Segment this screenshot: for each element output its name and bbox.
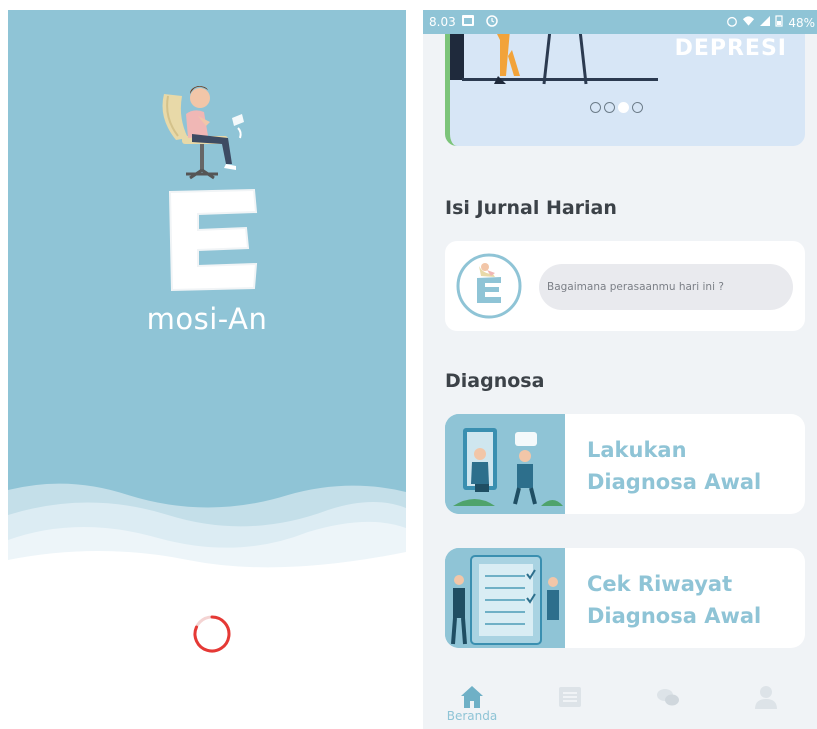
wave-background: [8, 483, 406, 729]
nav-item-beranda[interactable]: Beranda: [423, 674, 521, 729]
nav-item-journal[interactable]: [521, 674, 619, 729]
diagnosa-section-title: Diagnosa: [445, 370, 545, 392]
start-diagnosis-card[interactable]: Lakukan Diagnosa Awal: [445, 414, 805, 514]
nav-item-chat[interactable]: [619, 674, 717, 729]
signal-icon: [759, 16, 770, 26]
logo-e-icon: [168, 188, 258, 292]
calendar-notification-icon: [462, 15, 474, 26]
journal-input[interactable]: Bagaimana perasaanmu hari ini ?: [539, 264, 793, 310]
journal-list-icon: [559, 687, 581, 707]
consultation-illustration: [445, 414, 565, 514]
journal-card[interactable]: Bagaimana perasaanmu hari ini ?: [445, 241, 805, 331]
notification-icons: [461, 13, 499, 30]
start-diagnosis-label: Lakukan Diagnosa Awal: [587, 438, 762, 494]
diagnosis-history-card[interactable]: Cek Riwayat Diagnosa Awal: [445, 548, 805, 648]
diagnosis-history-label: Cek Riwayat Diagnosa Awal: [587, 572, 762, 628]
loading-spinner-icon: [193, 615, 231, 653]
wifi-icon: [742, 16, 754, 26]
alarm-icon: [486, 15, 498, 27]
battery-icon: [774, 15, 783, 27]
nav-item-profile[interactable]: [717, 674, 815, 729]
chat-icon: [657, 689, 679, 706]
home-screen: 8.03 48% DEPRESI Isi Jurnal Harian Bagai…: [423, 10, 817, 729]
alarm-status-icon: [727, 16, 737, 27]
app-avatar-icon: [456, 253, 522, 319]
status-time: 8.03: [429, 15, 456, 29]
battery-percent: 48%: [788, 16, 815, 30]
app-name: mosi-An: [146, 302, 268, 336]
status-bar: 8.03 48%: [423, 10, 817, 34]
banner-title: DEPRESI: [674, 36, 787, 61]
nav-label-beranda: Beranda: [446, 709, 498, 723]
journal-section-title: Isi Jurnal Harian: [445, 197, 617, 219]
checklist-illustration: [445, 548, 565, 648]
carousel-dot[interactable]: [632, 102, 643, 113]
splash-screen: mosi-An: [8, 10, 406, 729]
bottom-navigation: Beranda: [423, 674, 817, 729]
profile-icon: [755, 686, 777, 709]
mascot-illustration: [162, 86, 244, 180]
carousel-dot[interactable]: [604, 102, 615, 113]
system-icons: 48%: [726, 15, 815, 30]
home-icon: [461, 686, 483, 708]
carousel-dot[interactable]: [590, 102, 601, 113]
carousel-indicator: [590, 102, 643, 113]
carousel-dot-active[interactable]: [618, 102, 629, 113]
